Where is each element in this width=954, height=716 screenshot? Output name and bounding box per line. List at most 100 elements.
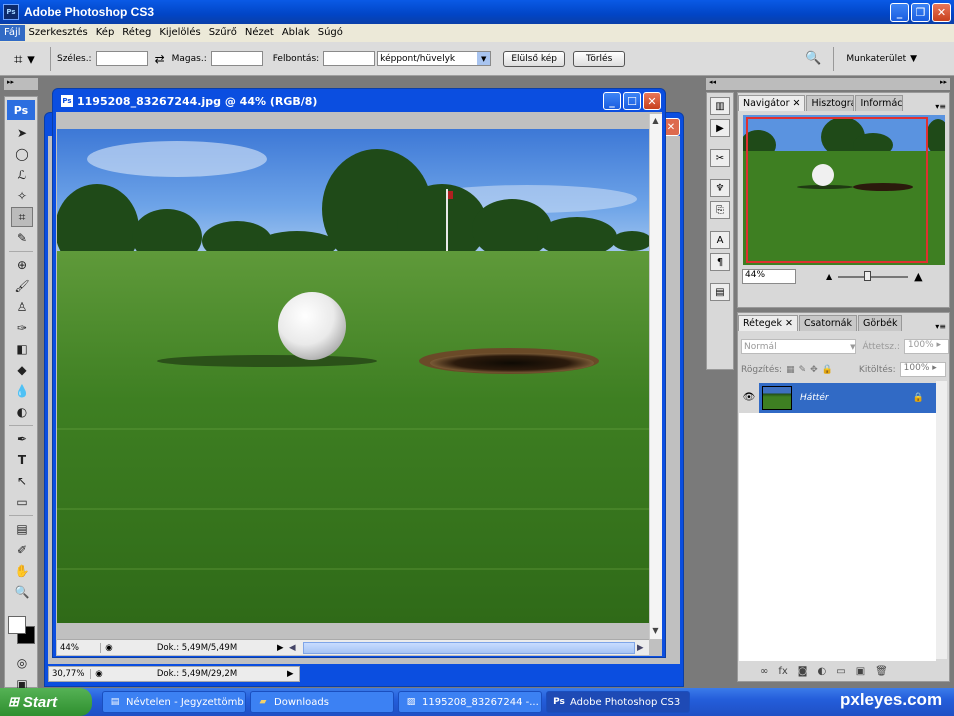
navigator-view-box[interactable] [746,117,928,263]
eyedropper-icon[interactable]: ✐ [11,540,33,560]
lock-transparency-icon[interactable]: ▦ [786,365,795,375]
status-menu-arrow[interactable]: ▶ [277,643,289,653]
taskbar-item-downloads[interactable]: ▰ Downloads [250,691,394,713]
fill-input[interactable]: 100% ▸ [899,362,946,377]
lock-position-icon[interactable]: ✥ [810,365,818,375]
actions-panel-icon[interactable]: ▶ [710,119,730,137]
taskbar-item-notepad[interactable]: ▤ Névtelen - Jegyzettömb [102,691,246,713]
resolution-input[interactable] [323,51,376,66]
scroll-left-arrow[interactable]: ◀ [289,643,301,653]
move-tool-icon[interactable]: ➤ [11,123,33,143]
layer-style-icon[interactable]: fx [778,666,787,677]
workspace-menu[interactable]: Munkaterület [846,54,906,64]
hand-tool-icon[interactable]: ✋ [11,561,33,581]
doc-close-button[interactable]: ✕ [643,92,661,110]
brushes-panel-icon[interactable]: ♆ [710,179,730,197]
menu-filter[interactable]: Szűrő [205,25,241,41]
slider-handle[interactable] [864,270,872,281]
crop-tool-icon[interactable]: ⌗ [11,207,33,227]
zoom-in-icon[interactable]: ▲ [914,270,922,283]
navigator-zoom-input[interactable]: 44% [742,269,796,284]
start-button[interactable]: ⊞ Start [0,688,92,716]
swap-icon[interactable]: ⇄ [155,52,165,66]
clear-button[interactable]: Törlés [573,50,626,67]
menu-window[interactable]: Ablak [278,25,314,41]
opacity-input[interactable]: 100% ▸ [903,339,949,354]
restore-button[interactable]: ❐ [911,2,930,22]
pen-tool-icon[interactable]: ✒ [11,429,33,449]
scroll-down-arrow[interactable]: ▼ [650,626,661,637]
healing-brush-icon[interactable]: ⊕ [11,255,33,275]
doc2-status-menu-arrow[interactable]: ▶ [287,669,299,679]
tool-presets-icon[interactable]: ✂ [710,149,730,167]
history-brush-icon[interactable]: ✑ [11,318,33,338]
adjustment-layer-icon[interactable]: ◐ [818,666,827,677]
resolution-unit-select[interactable]: képpont/hüvelyk ▼ [377,51,492,66]
marquee-tool-icon[interactable]: ◯ [11,144,33,164]
lasso-tool-icon[interactable]: ℒ [11,165,33,185]
eraser-tool-icon[interactable]: ◧ [11,339,33,359]
paragraph-panel-icon[interactable]: ¶ [710,253,730,271]
zoom-tool-icon[interactable]: 🔍 [11,582,33,602]
blur-tool-icon[interactable]: 💧 [11,381,33,401]
new-group-icon[interactable]: ▭ [836,666,845,677]
path-selection-icon[interactable]: ↖ [11,471,33,491]
clone-source-icon[interactable]: ⎘ [710,201,730,219]
tab-channels[interactable]: Csatornák [798,315,857,331]
foreground-color-swatch[interactable] [8,616,26,634]
layers-vscroll[interactable] [936,381,947,659]
doc-maximize-button[interactable]: ☐ [623,92,641,110]
menu-edit[interactable]: Szerkesztés [25,25,92,41]
menu-layer[interactable]: Réteg [118,25,155,41]
lock-pixels-icon[interactable]: ✎ [799,365,807,375]
close-button[interactable]: ✕ [932,2,951,22]
tab-layers[interactable]: Rétegek ✕ [738,315,798,331]
horizontal-scrollbar[interactable] [303,641,635,654]
crop-tool-preset-icon[interactable]: ⌗ ▾ [14,50,44,68]
delete-layer-icon[interactable]: 🗑 [875,666,888,677]
minimize-button[interactable]: _ [890,2,909,22]
panel-menu-icon[interactable]: ▾≡ [935,102,949,111]
panel-menu-icon[interactable]: ▾≡ [935,322,949,331]
paint-bucket-icon[interactable]: ◆ [11,360,33,380]
tab-info[interactable]: Információ [855,95,904,111]
bridge-icon[interactable]: 🔍 [805,51,821,66]
menu-select[interactable]: Kijelölés [155,25,204,41]
scroll-right-arrow[interactable]: ▶ [637,643,649,653]
tab-navigator[interactable]: Navigátor ✕ [738,95,806,111]
taskbar-item-photoshop[interactable]: Ps Adobe Photoshop CS3 [546,691,690,713]
layer-row[interactable]: 👁 Háttér 🔒 [739,383,936,413]
slice-tool-icon[interactable]: ✎ [11,228,33,248]
width-input[interactable] [95,51,148,66]
layer-name[interactable]: Háttér [800,393,913,403]
color-swatches[interactable] [5,606,37,652]
navigator-preview[interactable] [743,115,945,265]
tab-curves[interactable]: Görbék [857,315,903,331]
visibility-eye-icon[interactable]: 👁 [739,383,759,413]
dodge-tool-icon[interactable]: ◐ [11,402,33,422]
lock-all-icon[interactable]: 🔒 [822,365,833,375]
scroll-up-arrow[interactable]: ▲ [650,116,661,127]
clone-stamp-icon[interactable]: ♙ [11,297,33,317]
brush-tool-icon[interactable]: 🖌 [11,276,33,296]
blend-mode-select[interactable]: Normál ▼ [741,339,857,354]
menu-view[interactable]: Nézet [241,25,278,41]
layer-mask-icon[interactable]: ◙ [798,666,808,677]
character-panel-icon[interactable]: A [710,231,730,249]
doc2-status-icon[interactable]: ◉ [91,669,107,679]
link-layers-icon[interactable]: ∞ [760,666,768,677]
layer-comps-icon[interactable]: ▤ [710,283,730,301]
vertical-scrollbar[interactable] [649,114,662,639]
history-panel-icon[interactable]: ▥ [710,97,730,115]
menu-file[interactable]: Fájl [0,25,25,41]
shape-tool-icon[interactable]: ▭ [11,492,33,512]
notes-tool-icon[interactable]: ▤ [11,519,33,539]
document-canvas-image[interactable] [57,129,649,623]
doc2-zoom-field[interactable]: 30,77% [49,669,91,679]
zoom-out-icon[interactable]: ▲ [826,272,832,281]
zoom-field[interactable]: 44% [57,642,101,653]
height-input[interactable] [210,51,263,66]
navigator-zoom-slider[interactable] [838,270,909,281]
front-image-button[interactable]: Elülső kép [503,50,566,67]
quick-mask-icon[interactable]: ◎ [11,653,33,673]
